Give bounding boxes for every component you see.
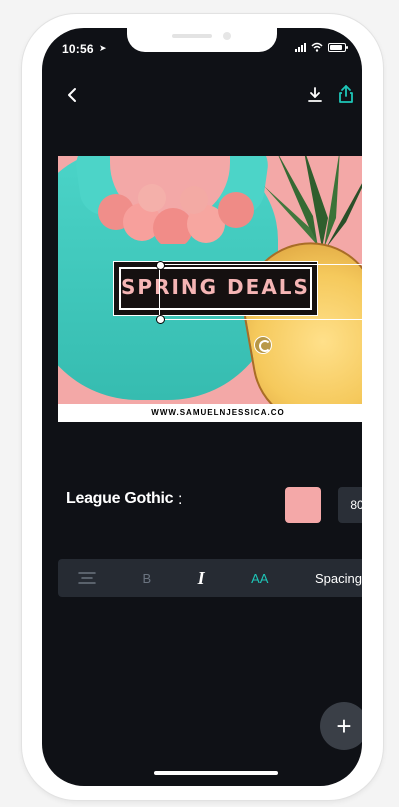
signal-icon: [295, 42, 306, 52]
camera: [223, 32, 231, 40]
status-icons: [295, 42, 348, 52]
add-button[interactable]: +: [320, 702, 362, 750]
wifi-icon: [311, 42, 323, 52]
flower-garland-image: [98, 184, 254, 244]
share-icon[interactable]: [337, 84, 355, 104]
phone-notch: [127, 28, 277, 52]
location-arrow-icon: ➤: [99, 43, 107, 53]
phone-screen: 10:56 ➤ SPRING DEALS WWW.SAMUELNJESSICA.…: [42, 28, 362, 786]
status-time: 10:56: [62, 42, 94, 56]
back-chevron-icon[interactable]: [64, 86, 82, 104]
italic-button[interactable]: I: [198, 568, 205, 589]
font-name[interactable]: League Gothic: [66, 490, 174, 508]
design-canvas[interactable]: SPRING DEALS WWW.SAMUELNJESSICA.CO: [58, 156, 362, 422]
spring-deals-banner[interactable]: SPRING DEALS: [113, 261, 318, 316]
resize-handle-top-left[interactable]: [156, 261, 165, 270]
align-center-icon[interactable]: [78, 571, 96, 585]
home-indicator[interactable]: [154, 771, 278, 775]
font-size-field[interactable]: 80: [338, 487, 362, 523]
footer-url: WWW.SAMUELNJESSICA.CO: [151, 408, 285, 417]
battery-icon: [328, 43, 348, 52]
font-menu-button[interactable]: :: [178, 491, 182, 509]
app-screenshot: 10:56 ➤ SPRING DEALS WWW.SAMUELNJESSICA.…: [0, 0, 399, 807]
bold-button[interactable]: B: [142, 571, 151, 586]
case-button[interactable]: AA: [251, 571, 268, 586]
speaker: [172, 34, 212, 38]
spacing-button[interactable]: Spacing: [315, 571, 362, 586]
download-icon[interactable]: [306, 86, 324, 104]
footer-band: WWW.SAMUELNJESSICA.CO: [58, 404, 362, 422]
rotate-icon[interactable]: [254, 336, 272, 354]
pineapple-leaves-image: [264, 156, 362, 248]
text-formatting-toolbar: B I AA Spacing: [58, 559, 362, 597]
text-color-swatch[interactable]: [285, 487, 321, 523]
banner-headline[interactable]: SPRING DEALS: [114, 275, 317, 299]
resize-handle-bottom-left[interactable]: [156, 315, 165, 324]
